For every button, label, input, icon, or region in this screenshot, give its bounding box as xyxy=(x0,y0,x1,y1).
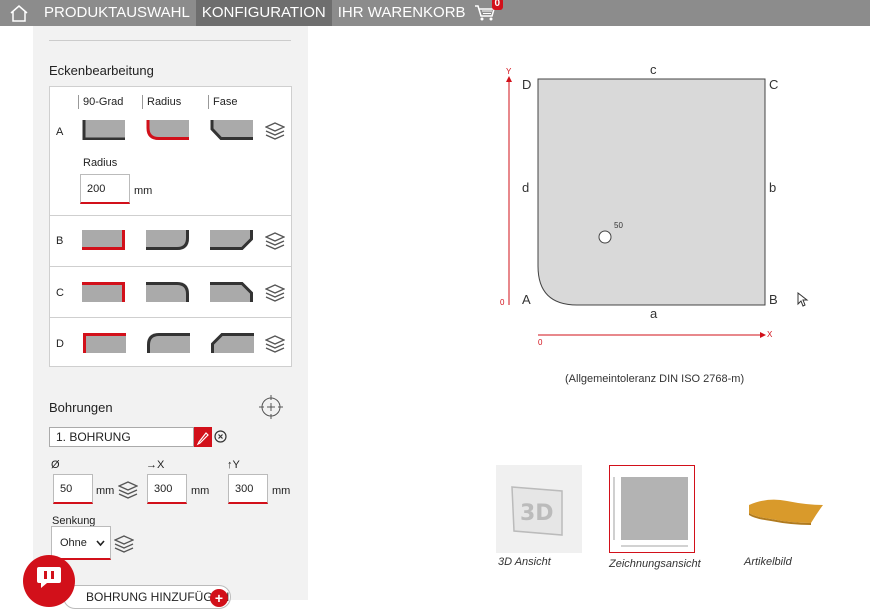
delete-icon[interactable] xyxy=(214,430,227,443)
corner-fase-option[interactable] xyxy=(210,230,254,250)
corner-row-c: C xyxy=(50,266,291,317)
corner-label-c: C xyxy=(56,287,64,299)
corner-row-b: B xyxy=(50,215,291,266)
radius-input[interactable]: 200 xyxy=(80,174,130,204)
corner-row-d: D xyxy=(50,317,291,367)
corner-processing-title: Eckenbearbeitung xyxy=(49,63,154,78)
x-axis-label: X xyxy=(767,330,773,339)
corner-label-a: A xyxy=(56,126,64,138)
corner-fase-option[interactable] xyxy=(210,120,254,140)
chat-button[interactable] xyxy=(23,555,75,607)
layers-icon[interactable] xyxy=(118,481,138,499)
chevron-down-icon xyxy=(96,540,105,547)
home-icon[interactable] xyxy=(0,0,38,26)
corner-radius-option[interactable] xyxy=(146,230,190,250)
cart-button[interactable]: 0 xyxy=(474,0,504,22)
y-axis-label: Y xyxy=(506,67,512,76)
x-input[interactable]: 300 xyxy=(147,474,187,504)
drillings-title: Bohrungen xyxy=(49,400,113,415)
drawing-preview-icon xyxy=(613,477,688,547)
edit-button[interactable] xyxy=(194,427,212,447)
corner-label-a: A xyxy=(522,292,531,307)
view-article-image-thumbnail[interactable] xyxy=(737,465,823,553)
layers-icon[interactable] xyxy=(265,122,285,140)
technical-drawing xyxy=(506,76,766,338)
view-3d-caption: 3D Ansicht xyxy=(498,556,551,568)
view-drawing-thumbnail-selected[interactable] xyxy=(609,465,695,553)
layers-icon[interactable] xyxy=(265,232,285,250)
edge-label-b: b xyxy=(769,180,777,195)
drilling-hole[interactable] xyxy=(598,230,612,244)
3d-icon-text: 3D xyxy=(520,501,554,526)
layers-icon[interactable] xyxy=(114,535,134,553)
y-origin-label: 0 xyxy=(500,298,505,307)
y-input[interactable]: 300 xyxy=(228,474,268,504)
mouse-cursor-icon xyxy=(797,292,809,307)
add-drilling-button[interactable]: BOHRUNG HINZUFÜGEN + xyxy=(63,585,231,609)
x-label: →X xyxy=(146,459,165,471)
radius-label: Radius xyxy=(83,157,118,169)
corner-label-d: D xyxy=(56,338,64,350)
drilling-select[interactable]: 1. BOHRUNG xyxy=(49,427,194,447)
hole-diameter-label: 50 xyxy=(614,221,623,230)
edge-label-a: a xyxy=(650,306,658,321)
tolerance-note: (Allgemeintoleranz DIN ISO 2768-m) xyxy=(565,373,745,385)
tab-warenkorb[interactable]: IHR WARENKORB xyxy=(332,0,472,26)
edge-label-c: c xyxy=(650,62,657,77)
corner-90-grad-option-selected[interactable] xyxy=(82,282,126,302)
corner-90-grad-option-selected[interactable] xyxy=(82,333,126,353)
diameter-unit: mm xyxy=(96,485,115,497)
crosshair-add-icon[interactable] xyxy=(258,394,284,420)
layers-icon[interactable] xyxy=(265,335,285,353)
plus-icon: + xyxy=(210,589,228,607)
y-label: ↑Y xyxy=(227,459,240,471)
corner-fase-option[interactable] xyxy=(210,282,254,302)
configuration-sidebar: Eckenbearbeitung 90-Grad Radius Fase A R… xyxy=(33,26,308,609)
corner-label-b: B xyxy=(769,292,778,307)
edge-label-d: d xyxy=(522,180,530,195)
x-unit: mm xyxy=(191,485,210,497)
countersink-value: Ohne xyxy=(60,537,87,549)
diameter-label: Ø xyxy=(51,459,60,471)
tab-produktauswahl[interactable]: PRODUKTAUSWAHL xyxy=(38,0,196,26)
layers-icon[interactable] xyxy=(265,284,285,302)
add-drilling-label: BOHRUNG HINZUFÜGEN xyxy=(86,590,230,604)
divider xyxy=(49,40,291,41)
countersink-select[interactable]: Ohne xyxy=(51,526,111,560)
corner-label-d: D xyxy=(522,77,532,92)
corner-row-a: A Radius 200 mm xyxy=(50,87,291,215)
article-image-icon xyxy=(749,499,823,525)
top-navigation: PRODUKTAUSWAHL KONFIGURATION IHR WARENKO… xyxy=(0,0,870,26)
corner-radius-option[interactable] xyxy=(146,282,190,302)
corner-radius-option-selected[interactable] xyxy=(146,120,190,140)
view-article-caption: Artikelbild xyxy=(744,556,792,568)
radius-unit: mm xyxy=(134,185,153,197)
corner-processing-table: 90-Grad Radius Fase A Radius 200 mm B C xyxy=(49,86,292,367)
diameter-input[interactable]: 50 xyxy=(53,474,93,504)
cart-count-badge: 0 xyxy=(491,0,504,10)
tab-konfiguration[interactable]: KONFIGURATION xyxy=(195,0,332,26)
corner-fase-option[interactable] xyxy=(210,333,254,353)
view-drawing-caption: Zeichnungsansicht xyxy=(609,558,701,570)
view-3d-thumbnail[interactable]: 3D xyxy=(496,465,582,553)
y-unit: mm xyxy=(272,485,291,497)
pencil-icon xyxy=(196,432,209,446)
corner-label-c: C xyxy=(769,77,779,92)
chat-icon xyxy=(37,567,61,588)
corner-label-b: B xyxy=(56,235,64,247)
corner-90-grad-option[interactable] xyxy=(82,120,126,140)
x-origin-label: 0 xyxy=(538,338,543,347)
corner-radius-option[interactable] xyxy=(146,333,190,353)
corner-90-grad-option-selected[interactable] xyxy=(82,230,126,250)
